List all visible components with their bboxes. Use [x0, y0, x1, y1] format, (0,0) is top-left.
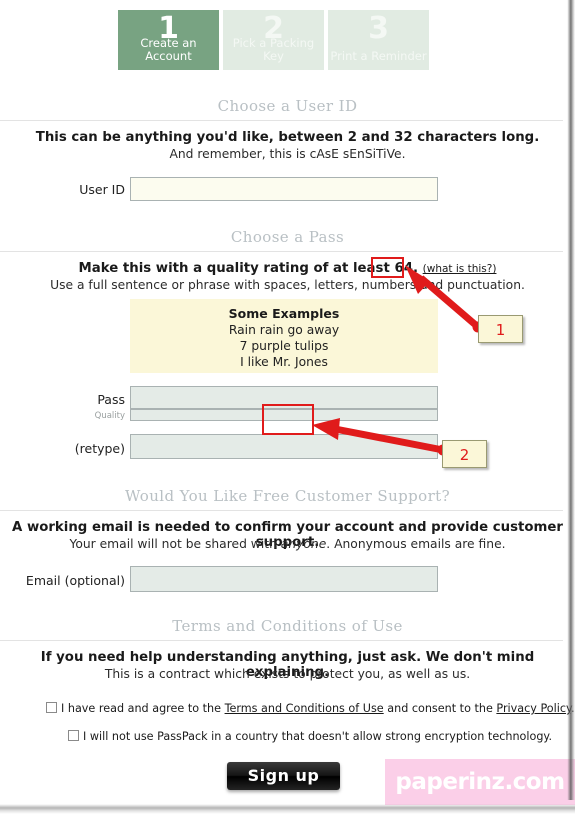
- example-item-1: Rain rain go away: [228, 323, 340, 337]
- terms-checkbox-row[interactable]: I have read and agree to the Terms and C…: [46, 702, 575, 715]
- terms-text-a: I have read and agree to the: [61, 702, 225, 715]
- step-caption-2: Pick a Packing Key: [232, 36, 315, 63]
- quality-label: Quality: [94, 411, 125, 421]
- pass-instruction-prefix: Make this with a quality rating of at le…: [78, 261, 390, 276]
- step-number-3: 3: [368, 11, 389, 46]
- userid-label: User ID: [79, 182, 125, 197]
- terms-and-conditions-link[interactable]: Terms and Conditions of Use: [225, 702, 384, 715]
- signup-page: 1 Create an Account 2 Pick a Packing Key…: [0, 0, 575, 814]
- retype-label: (retype): [74, 441, 125, 456]
- divider-email: [0, 510, 563, 511]
- privacy-policy-link[interactable]: Privacy Policy: [496, 702, 571, 715]
- pass-instruction-sub: Use a full sentence or phrase with space…: [50, 278, 525, 292]
- section-header-terms: Terms and Conditions of Use: [172, 617, 403, 635]
- annotation-highlight-rating: [371, 257, 404, 278]
- email-sub-emphasis: anyone: [280, 537, 327, 551]
- annotation-callout-1: 1: [478, 315, 523, 343]
- email-sub-part-b: . Anonymous emails are fine.: [326, 537, 506, 551]
- step-tab-1[interactable]: 1 Create an Account: [118, 10, 219, 70]
- userid-instruction-sub: And remember, this is cAsE sEnSiTiVe.: [169, 147, 406, 161]
- what-is-this-link[interactable]: (what is this?): [423, 263, 497, 275]
- email-sub-part-a: Your email will not be shared with: [69, 537, 281, 551]
- step-tab-2[interactable]: 2 Pick a Packing Key: [223, 10, 324, 70]
- encryption-checkbox-row[interactable]: I will not use PassPack in a country tha…: [68, 730, 552, 743]
- divider-userid: [0, 120, 563, 121]
- step-caption-3: Print a Reminder: [330, 49, 427, 63]
- terms-text-b: and consent to the: [383, 702, 497, 715]
- divider-pass: [0, 251, 563, 252]
- annotation-callout-2: 2: [442, 440, 487, 468]
- example-item-3: I like Mr. Jones: [240, 355, 328, 369]
- encryption-checkbox[interactable]: [68, 730, 79, 741]
- watermark: paperinz.com: [385, 759, 575, 805]
- userid-input[interactable]: [130, 177, 438, 201]
- example-item-2: 7 purple tulips: [239, 339, 329, 353]
- terms-instruction-sub: This is a contract which exists to prote…: [104, 667, 471, 681]
- terms-text-c: .: [571, 702, 575, 715]
- pass-label: Pass: [97, 392, 125, 407]
- section-header-email: Would You Like Free Customer Support?: [124, 487, 451, 505]
- divider-terms: [0, 640, 563, 641]
- encryption-text: I will not use PassPack in a country tha…: [83, 730, 553, 743]
- examples-title: Some Examples: [228, 306, 340, 321]
- step-indicator: 1 Create an Account 2 Pick a Packing Key…: [118, 10, 429, 70]
- annotation-highlight-quality: [262, 404, 314, 435]
- section-header-userid: Choose a User ID: [217, 97, 358, 115]
- terms-checkbox[interactable]: [46, 702, 57, 713]
- pass-instruction-bold: Make this with a quality rating of at le…: [0, 261, 575, 276]
- step-caption-1: Create an Account: [140, 36, 197, 63]
- section-header-pass: Choose a Pass: [230, 228, 345, 246]
- email-label: Email (optional): [25, 573, 125, 588]
- email-input[interactable]: [130, 566, 438, 592]
- step-tab-3[interactable]: 3 Print a Reminder: [328, 10, 429, 70]
- sign-up-button[interactable]: Sign up: [227, 762, 340, 790]
- retype-input[interactable]: [130, 434, 438, 459]
- email-instruction-sub: Your email will not be shared with anyon…: [0, 537, 575, 551]
- userid-instruction-bold: This can be anything you'd like, between…: [35, 130, 540, 145]
- examples-box: Some Examples Rain rain go away 7 purple…: [130, 299, 438, 373]
